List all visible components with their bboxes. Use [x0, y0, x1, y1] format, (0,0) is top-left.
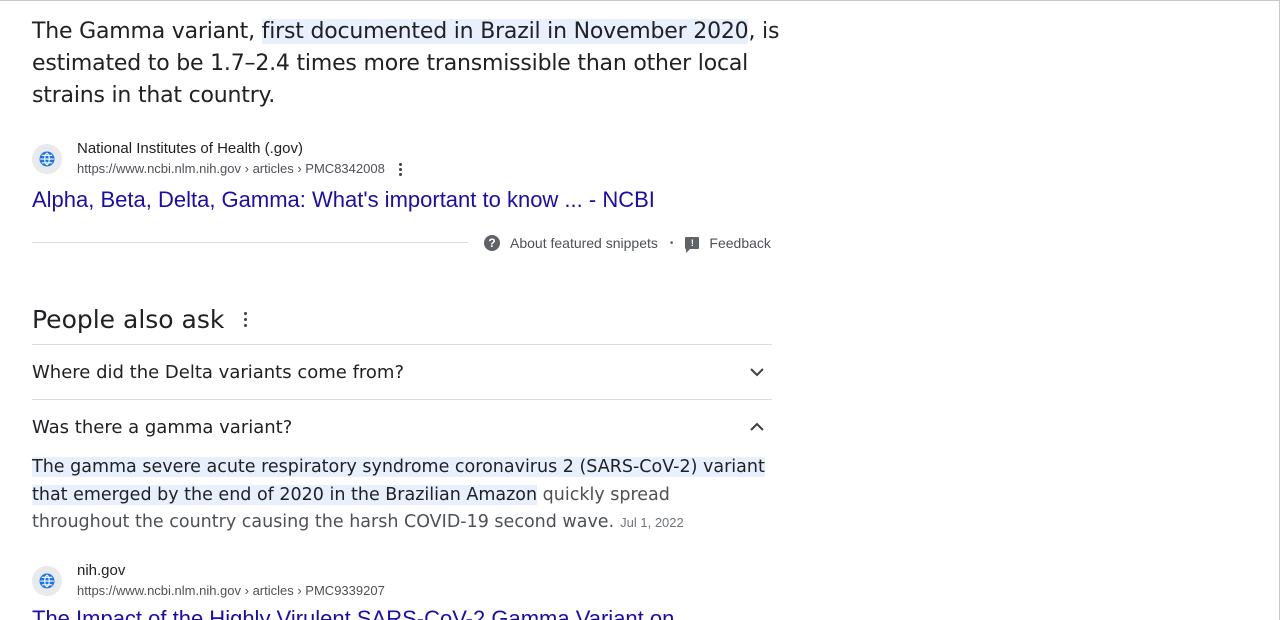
source-name: National Institutes of Health (.gov) [77, 140, 303, 157]
globe-icon [32, 566, 62, 596]
more-vert-icon[interactable] [244, 311, 248, 327]
more-vert-icon[interactable] [398, 162, 402, 176]
paa-title: People also ask [32, 304, 225, 334]
snippet-divider [32, 242, 468, 243]
snippet-source[interactable]: National Institutes of Health (.gov) htt… [32, 137, 402, 181]
paa-question-text: Was there a gamma variant? [32, 416, 293, 438]
chevron-down-icon[interactable] [742, 357, 772, 387]
source-name: nih.gov [77, 562, 126, 579]
featured-snippet-text: The Gamma variant, first documented in B… [32, 16, 792, 112]
paa-question-expanded[interactable]: Was there a gamma variant? [32, 400, 772, 454]
search-results-page: The Gamma variant, first documented in B… [0, 0, 1280, 620]
chevron-up-icon[interactable] [742, 412, 772, 442]
snippet-footer: ? About featured snippets • ! Feedback [484, 233, 771, 253]
source-url: https://www.ncbi.nlm.nih.gov › articles … [77, 161, 385, 176]
feedback-link[interactable]: Feedback [709, 235, 770, 251]
about-featured-snippets-link[interactable]: About featured snippets [510, 235, 658, 251]
answer-date: Jul 1, 2022 [620, 515, 684, 530]
feedback-icon: ! [685, 237, 700, 253]
snippet-text-before: The Gamma variant, [32, 19, 262, 44]
answer-source[interactable]: nih.gov https://www.ncbi.nlm.nih.gov › a… [32, 559, 385, 603]
snippet-text-highlight: first documented in Brazil in November 2… [261, 19, 749, 44]
paa-question[interactable]: Where did the Delta variants come from? [32, 345, 772, 399]
paa-heading: People also ask [32, 301, 248, 337]
globe-icon [32, 144, 62, 174]
snippet-result-title[interactable]: Alpha, Beta, Delta, Gamma: What's import… [32, 186, 655, 214]
answer-result-title[interactable]: The Impact of the Highly Virulent SARS-C… [32, 605, 674, 620]
footer-separator: • [669, 237, 674, 249]
paa-question-text: Where did the Delta variants come from? [32, 361, 405, 383]
help-icon: ? [484, 235, 500, 251]
paa-answer: The gamma severe acute respiratory syndr… [32, 454, 772, 537]
source-url: https://www.ncbi.nlm.nih.gov › articles … [77, 583, 385, 598]
